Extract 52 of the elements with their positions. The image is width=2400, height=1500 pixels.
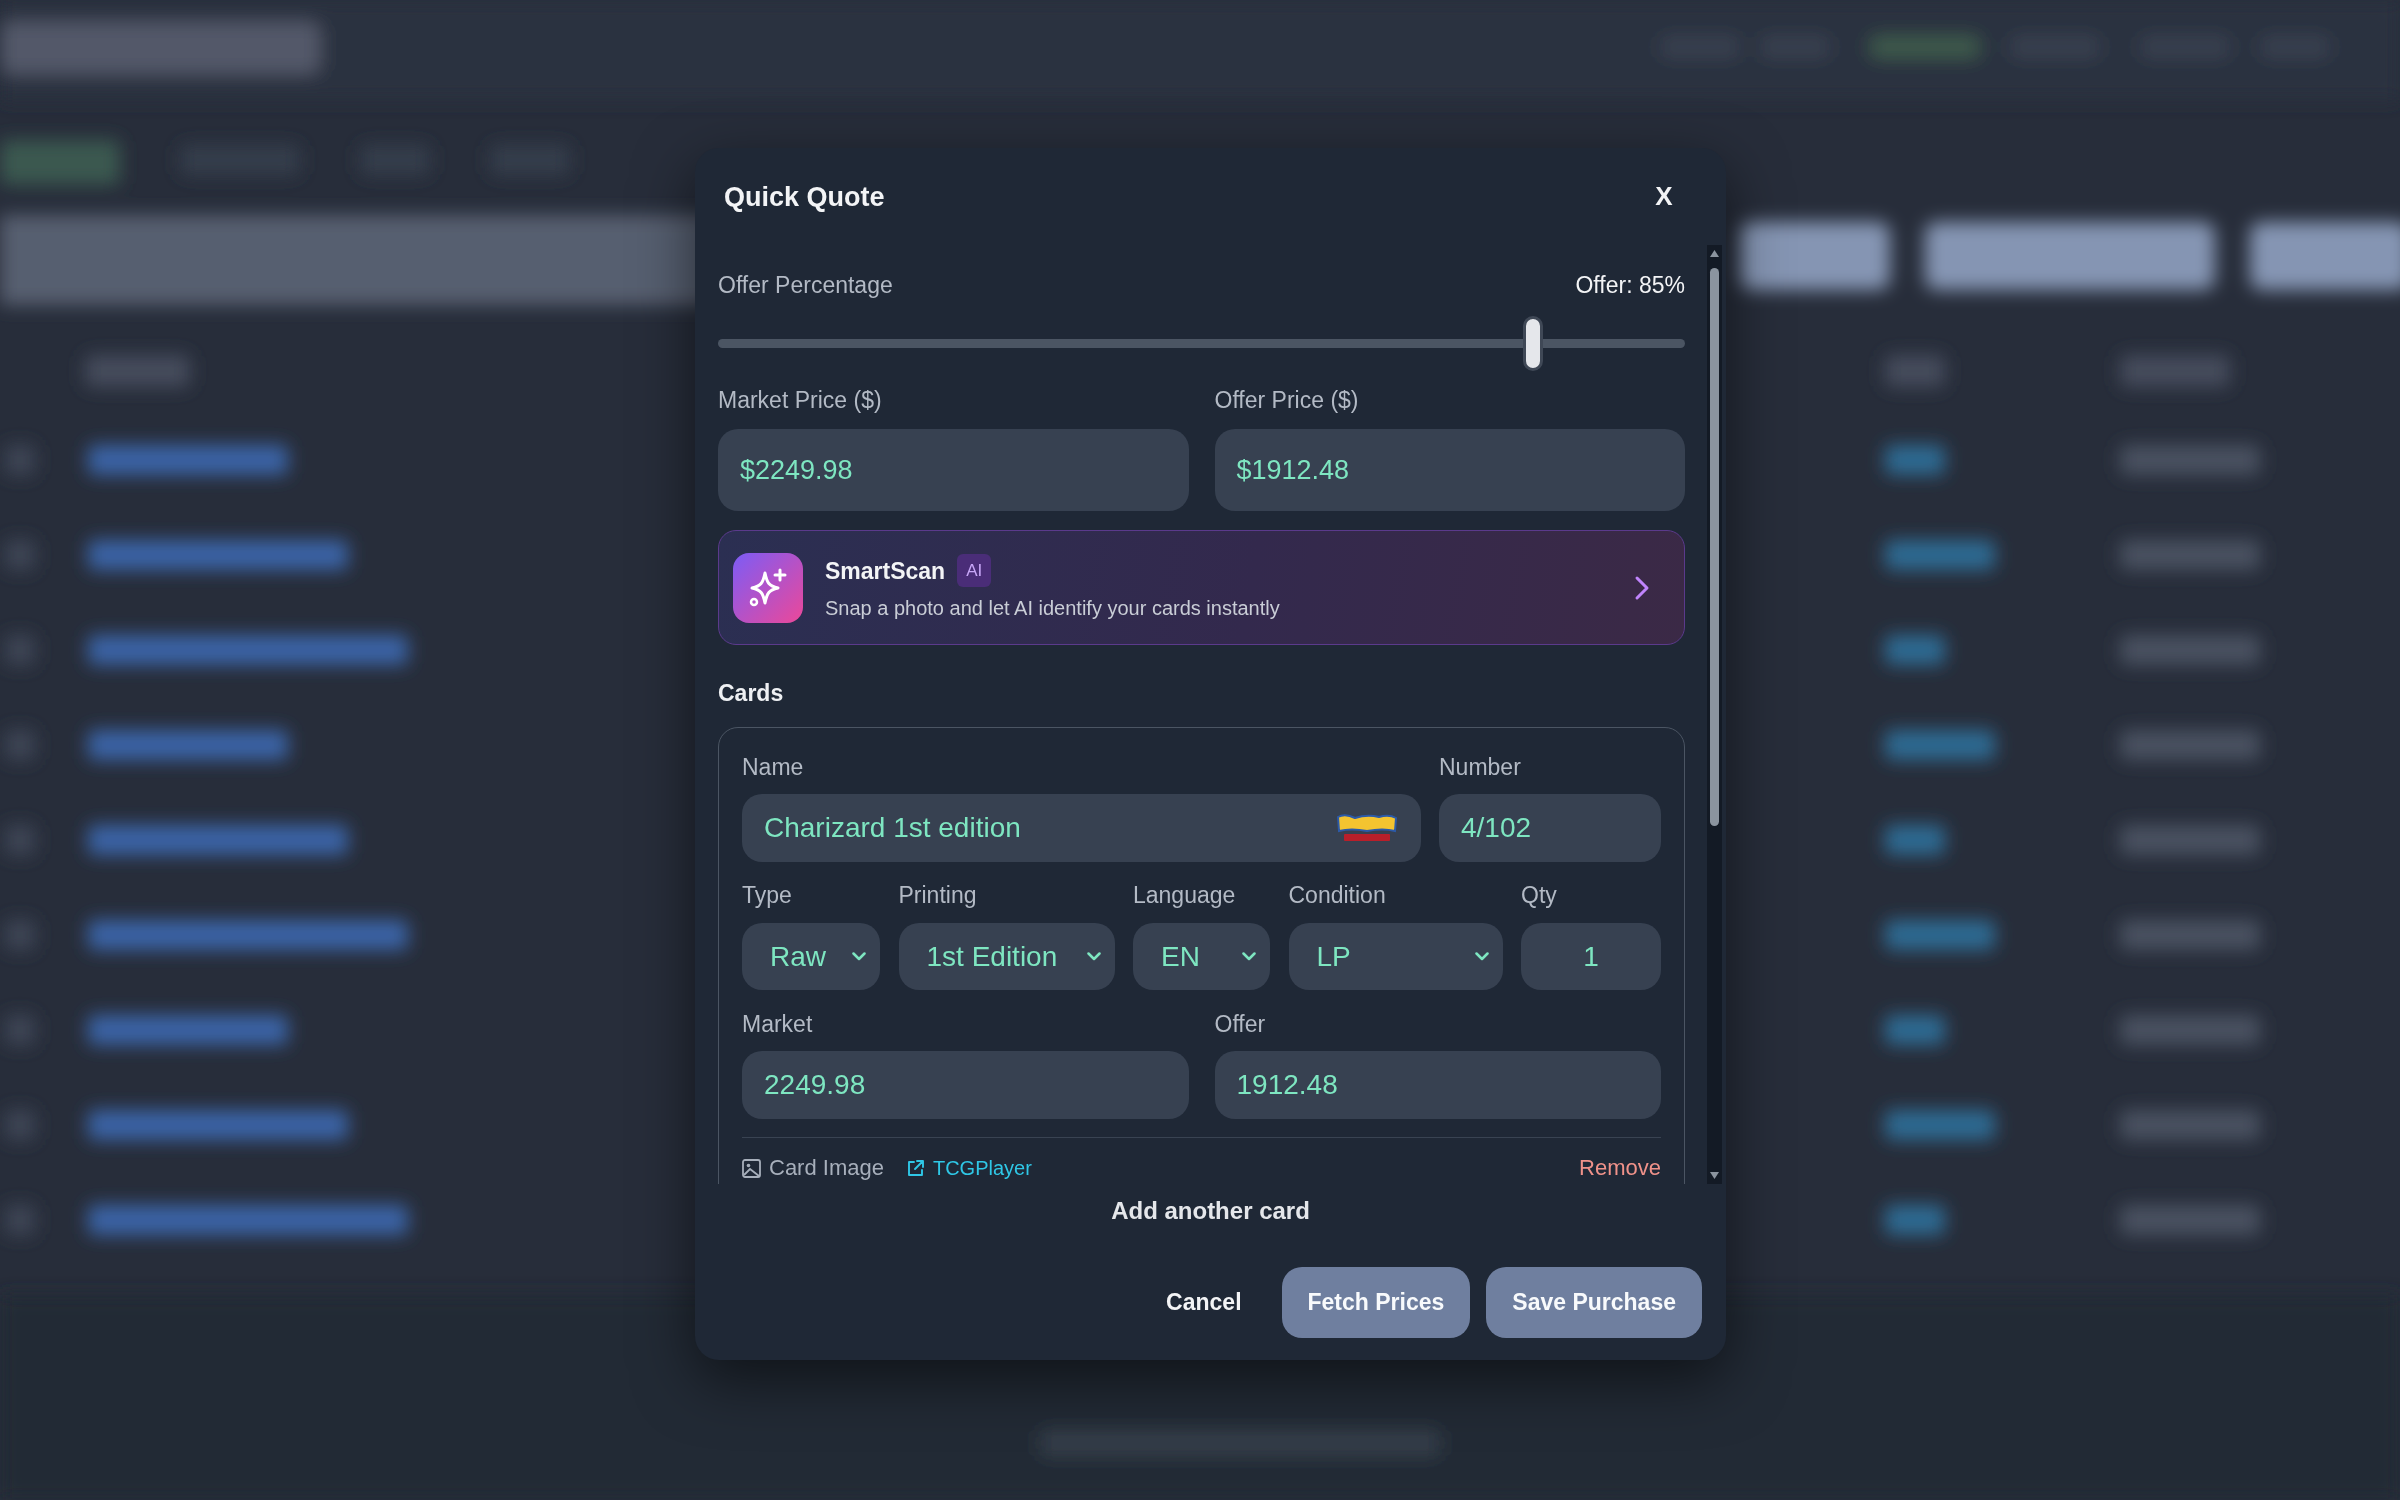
offer-reading: Offer: 85% (1575, 271, 1685, 299)
banner-title: SmartScan (825, 556, 946, 585)
slider-label: Offer Percentage (718, 271, 893, 299)
ai-badge: AI (957, 554, 992, 587)
external-link[interactable]: TCGPlayer (905, 1155, 1032, 1181)
chevron-right-icon (1634, 574, 1650, 601)
dropdown-select[interactable]: 1st Edition (898, 923, 1115, 990)
quantity-field[interactable]: 1 (1521, 923, 1661, 990)
scrollbar-thumb[interactable] (1710, 268, 1719, 826)
dialog-title: Quick Quote (724, 180, 885, 213)
dropdown-select[interactable]: EN (1133, 923, 1270, 990)
remove-button[interactable]: Remove (1579, 1155, 1661, 1181)
dropdown-select[interactable]: LP (1288, 923, 1503, 990)
field-label: Market (742, 1010, 814, 1038)
slider-track[interactable] (718, 316, 1685, 371)
field-label: Type (742, 881, 793, 909)
field-label: Qty (1521, 881, 1558, 909)
field-label: Offer (1214, 1010, 1267, 1038)
card-image-button[interactable]: Card Image (742, 1155, 884, 1181)
field-label: Condition (1288, 881, 1387, 909)
smartscan-banner[interactable]: SmartScan AI Snap a photo and let AI identify your cards instantly (718, 530, 1685, 645)
field-label: Market Price ($) (718, 386, 883, 414)
sparkle-icon (733, 552, 803, 623)
price-field[interactable]: 1912.48 (1214, 1051, 1661, 1119)
logo-icon (1335, 813, 1399, 843)
dropdown-select[interactable]: Raw (742, 923, 880, 990)
section-heading: Cards (718, 679, 785, 707)
field-label: Offer Price ($) (1214, 386, 1360, 414)
field-label: Language (1133, 881, 1237, 909)
field-label: Name (742, 753, 805, 781)
cancel-button[interactable]: Cancel (1142, 1267, 1266, 1338)
image-icon (742, 1158, 761, 1178)
price-field[interactable]: $1912.48 (1214, 429, 1685, 511)
name-field[interactable]: Charizard 1st edition (742, 794, 1421, 862)
field-label: Number (1439, 753, 1522, 781)
caret-down-icon (1474, 952, 1489, 961)
caret-down-icon (1086, 952, 1101, 961)
banner-description: Snap a photo and let AI identify your cards instantly (825, 596, 1280, 621)
number-field[interactable]: 4/102 (1439, 794, 1661, 862)
close-button[interactable]: X (1644, 176, 1684, 217)
price-field[interactable]: 2249.98 (742, 1051, 1189, 1119)
scroll-up-arrow-icon[interactable] (1709, 249, 1720, 258)
save-purchase-button[interactable]: Save Purchase (1486, 1267, 1702, 1338)
slider-thumb[interactable] (1522, 316, 1543, 371)
caret-down-icon (852, 952, 866, 961)
external-link-icon (905, 1158, 925, 1178)
scroll-down-arrow-icon[interactable] (1709, 1171, 1720, 1180)
price-field[interactable]: $2249.98 (718, 429, 1189, 511)
fetch-prices-button[interactable]: Fetch Prices (1281, 1267, 1471, 1338)
caret-down-icon (1242, 952, 1256, 961)
field-label: Printing (898, 881, 978, 909)
add-card-button[interactable]: Add another card (1103, 1196, 1318, 1226)
